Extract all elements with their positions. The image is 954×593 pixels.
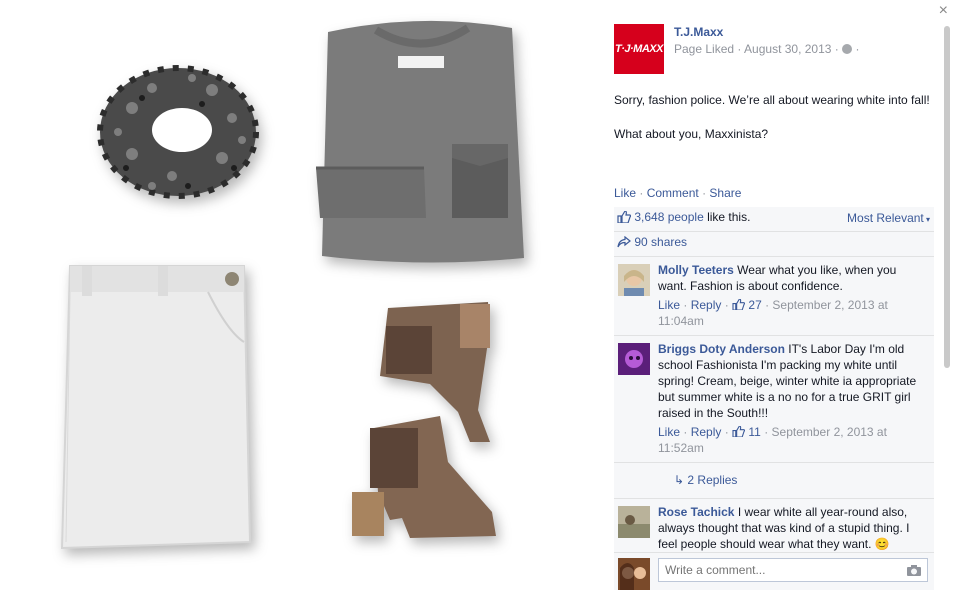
view-replies-link[interactable]: ↳ 2 Replies (614, 463, 934, 499)
comment-link[interactable]: Comment (647, 186, 699, 200)
thumbs-up-icon (732, 425, 746, 438)
action-sep: · (639, 186, 644, 200)
feedback-section: 3,648 people like this. Most Relevant ▾ … (614, 207, 934, 559)
thumbs-up-icon (732, 298, 746, 311)
post-actions: Like · Comment · Share (614, 186, 741, 200)
comment-input[interactable] (658, 558, 928, 582)
share-link[interactable]: Share (709, 186, 741, 200)
post-paragraph-2: What about you, Maxxinista? (614, 127, 769, 141)
shares-link[interactable]: 90 shares (634, 235, 687, 249)
scrollbar[interactable] (944, 26, 950, 368)
sort-dropdown[interactable]: Most Relevant ▾ (847, 211, 930, 225)
skirt-image (60, 265, 252, 550)
boots-image (352, 302, 496, 538)
comment-author[interactable]: Briggs Doty Anderson (658, 342, 785, 356)
caret-down-icon: ▾ (923, 215, 930, 224)
likes-suffix: like this. (703, 210, 751, 224)
comment-like-link[interactable]: Like (658, 298, 680, 312)
commenter-avatar[interactable] (618, 264, 650, 296)
globe-icon[interactable] (842, 44, 853, 54)
commenter-avatar[interactable] (618, 506, 650, 538)
post-meta-text: Page Liked · August 30, 2013 · (674, 42, 839, 56)
comment-meta: Like · Reply · 27 · September 2, 2013 at… (658, 298, 888, 328)
comment-item: Briggs Doty Anderson IT's Labor Day I'm … (614, 336, 934, 463)
page-name-link[interactable]: T.J.Maxx (674, 25, 723, 39)
thumbs-up-icon (617, 211, 631, 223)
likes-count-link[interactable]: 3,648 people (634, 210, 703, 224)
scarf-image (97, 65, 259, 199)
post-paragraph-1: Sorry, fashion police. We’re all about w… (614, 93, 930, 107)
page-logo[interactable]: T·J·MAXX (614, 24, 664, 74)
comment-item: Molly Teeters Wear what you like, when y… (614, 257, 934, 336)
comment-like-count[interactable]: 11 (748, 425, 760, 439)
camera-icon[interactable] (906, 564, 922, 576)
post-text: Sorry, fashion police. We’re all about w… (614, 92, 939, 160)
smiley-emoji: 😊 (874, 537, 890, 551)
comment-meta: Like · Reply · 11 · September 2, 2013 at… (658, 425, 887, 455)
reply-arrow-icon: ↳ (674, 473, 688, 487)
replies-label[interactable]: 2 Replies (687, 473, 737, 487)
like-link[interactable]: Like (614, 186, 636, 200)
options-dot[interactable]: · (855, 42, 859, 56)
shares-row: 90 shares (614, 232, 934, 257)
photo-viewer[interactable] (0, 0, 600, 593)
post-meta: Page Liked · August 30, 2013 · · (674, 42, 859, 56)
comment-author[interactable]: Rose Tachick (658, 505, 734, 519)
sweater-image (316, 20, 524, 263)
comment-composer (614, 552, 934, 590)
sort-label: Most Relevant (847, 211, 924, 225)
comment-item: Rose Tachick I wear white all year-round… (614, 499, 934, 559)
likes-row: 3,648 people like this. Most Relevant ▾ (614, 207, 934, 232)
post-header: T·J·MAXX T.J.Maxx Page Liked · August 30… (614, 24, 934, 74)
comment-like-link[interactable]: Like (658, 425, 680, 439)
current-user-avatar (618, 558, 650, 590)
comment-reply-link[interactable]: Reply (691, 298, 722, 312)
share-arrow-icon (617, 235, 631, 248)
comment-author[interactable]: Molly Teeters (658, 263, 734, 277)
close-icon[interactable]: × (939, 3, 948, 19)
comment-reply-link[interactable]: Reply (691, 425, 722, 439)
action-sep: · (702, 186, 707, 200)
commenter-avatar[interactable] (618, 343, 650, 375)
comment-like-count[interactable]: 27 (748, 298, 761, 312)
